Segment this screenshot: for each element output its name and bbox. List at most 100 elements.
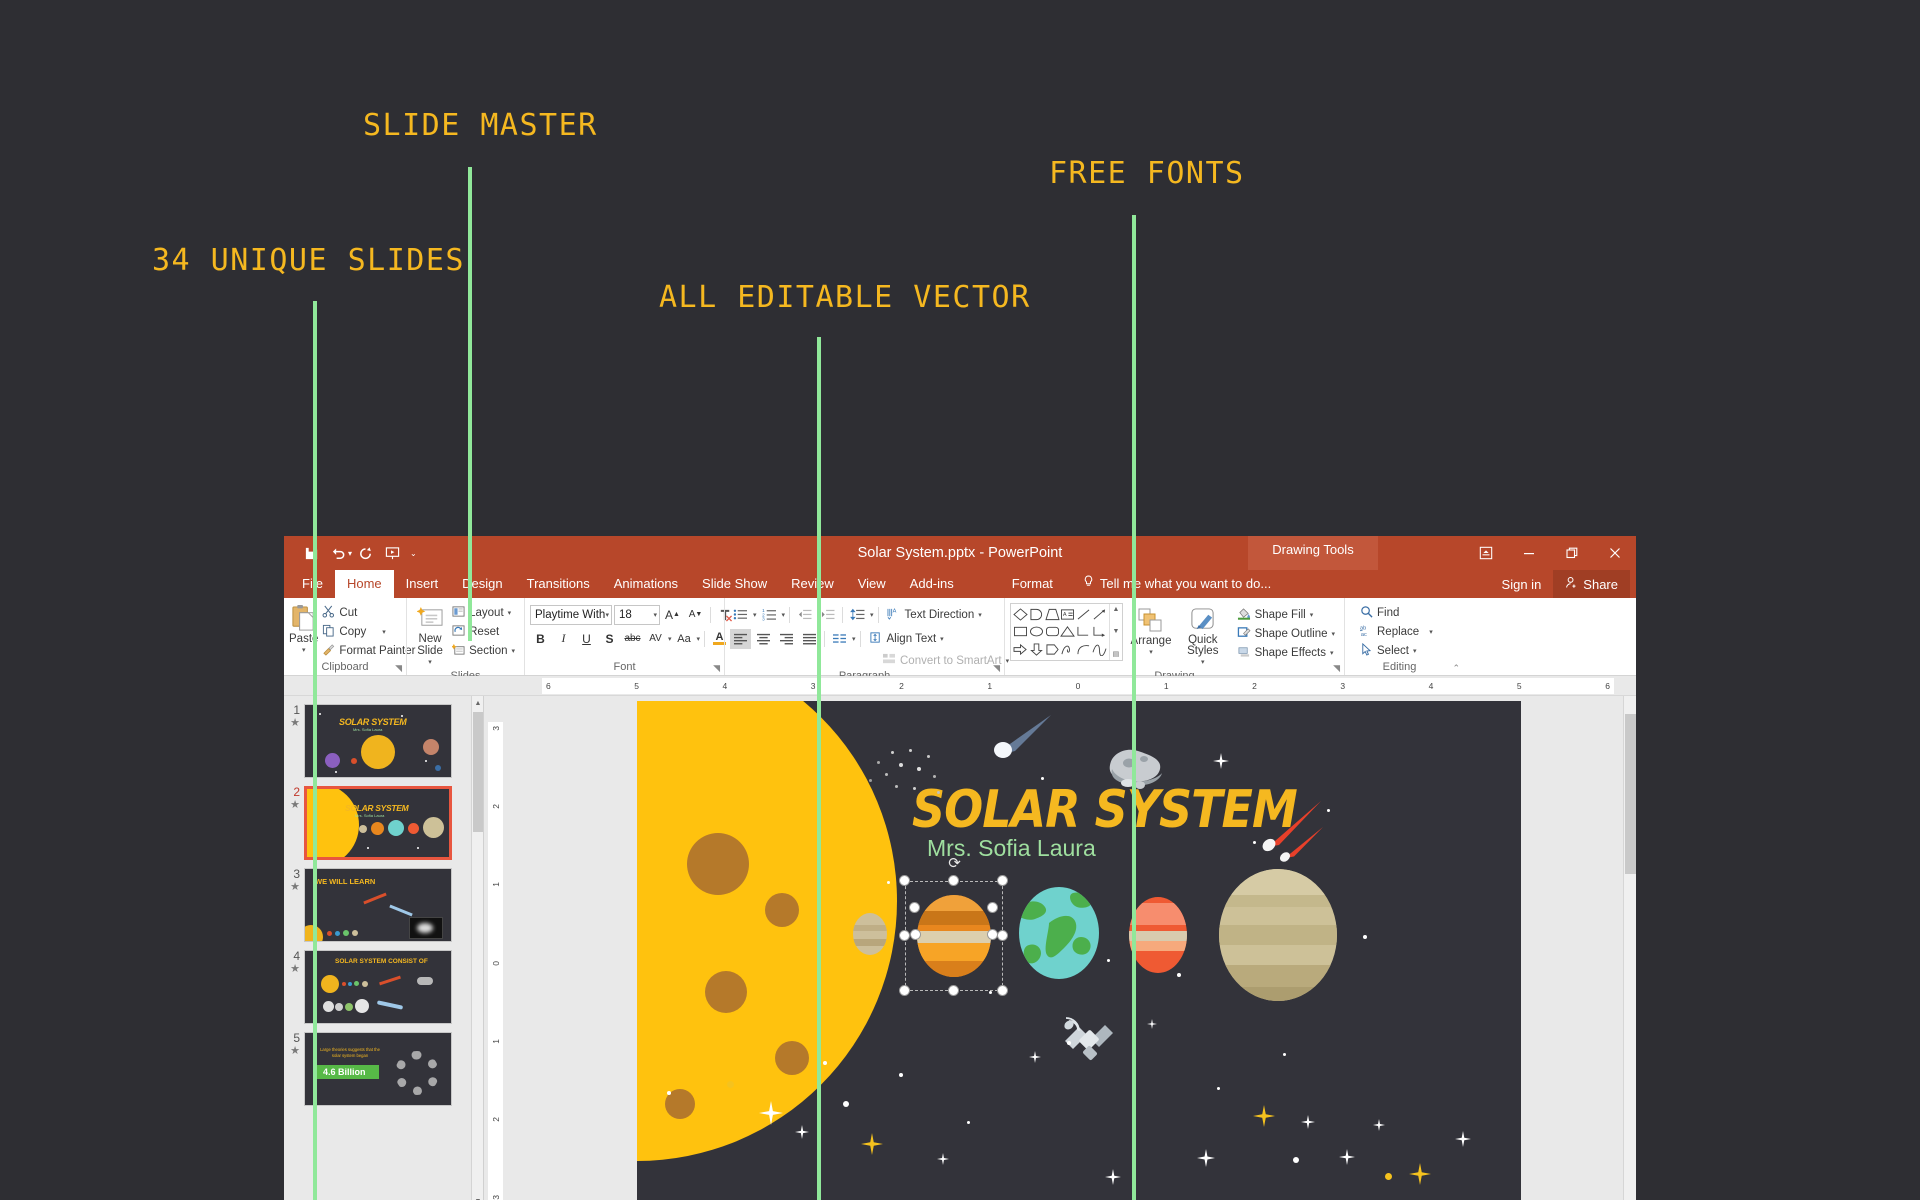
align-text-button[interactable]: Align Text ▾ [865,629,948,648]
format-painter-button[interactable]: Format Painter [318,641,419,660]
thumbnail-preview-1[interactable]: SOLAR SYSTEM Mrs. Sofia Laura [304,704,452,778]
horizontal-ruler[interactable]: 6 5 4 3 2 1 0 1 2 3 4 5 6 [284,676,1636,696]
shape-outline-dropdown-icon[interactable]: ▾ [1331,630,1335,638]
shapes-scroll-down-icon[interactable]: ▼ [1113,628,1120,635]
thumbnail-scroll-up-icon[interactable]: ▲ [472,696,484,710]
save-icon[interactable] [298,540,325,566]
strikethrough-button[interactable]: abc [622,629,643,649]
font-size-dropdown-icon[interactable]: ▾ [653,611,657,619]
shape-line-icon[interactable] [1076,606,1092,623]
shape-textbox-icon[interactable]: A [1060,606,1076,623]
decrease-font-size-button[interactable]: A ▼ [685,605,706,625]
thumbnail-scroll-thumb[interactable] [473,712,483,832]
section-button[interactable]: Section ▾ [448,641,519,660]
select-button[interactable]: Select ▾ [1356,641,1437,660]
font-family-dropdown-icon[interactable]: ▾ [605,611,609,619]
replace-button[interactable]: ab ac Replace ▾ [1356,622,1437,641]
shape-freeform-icon[interactable] [1060,641,1076,658]
shape-effects-dropdown-icon[interactable]: ▾ [1330,649,1334,657]
text-shadow-button[interactable]: S [599,629,620,649]
shapes-scroll-up-icon[interactable]: ▲ [1113,606,1120,613]
resize-handle-w[interactable] [899,930,910,941]
text-direction-button[interactable]: A Text Direction ▾ [883,605,986,624]
clipboard-dialog-launcher[interactable]: ◥ [395,663,402,674]
align-text-dropdown-icon[interactable]: ▾ [940,635,944,643]
vertical-ruler[interactable]: 3 2 1 0 1 2 3 [484,696,506,1200]
shape-arrow-icon[interactable] [1091,606,1107,623]
layout-dropdown-icon[interactable]: ▾ [508,609,512,617]
shapes-gallery[interactable]: A ▲ ▼ ▤ [1010,603,1123,661]
share-button[interactable]: Share [1553,570,1630,598]
minimize-button[interactable] [1507,536,1550,570]
thumbnail-scrollbar[interactable]: ▲ ▼ [471,696,483,1200]
shape-outline-button[interactable]: Shape Outline ▾ [1233,624,1339,643]
shape-oval-icon[interactable] [1029,623,1045,640]
thumbnail-preview-4[interactable]: SOLAR SYSTEM CONSIST OF [304,950,452,1024]
quick-styles-dropdown-icon[interactable]: ▾ [1201,657,1205,669]
font-dialog-launcher[interactable]: ◥ [713,663,720,674]
align-right-button[interactable] [776,629,797,649]
character-spacing-dropdown-icon[interactable]: ▾ [668,635,672,643]
decrease-indent-button[interactable] [794,605,815,625]
select-dropdown-icon[interactable]: ▾ [1413,647,1417,655]
section-dropdown-icon[interactable]: ▾ [511,647,515,655]
planet-jupiter[interactable] [1219,869,1337,1001]
resize-handle-s[interactable] [948,985,959,996]
ribbon-display-options-icon[interactable] [1464,536,1507,570]
character-spacing-button[interactable]: AV [645,629,666,649]
thumbnail-scroll-down-icon[interactable]: ▼ [472,1194,484,1200]
copy-button[interactable]: Copy ▾ [318,622,419,641]
numbering-dropdown-icon[interactable]: ▾ [782,611,786,619]
resize-handle-n[interactable] [948,875,959,886]
arrange-dropdown-icon[interactable]: ▾ [1149,647,1153,659]
canvas-vertical-scrollbar[interactable] [1623,696,1636,1200]
tab-animations[interactable]: Animations [602,570,690,598]
shape-rectangle-icon[interactable] [1013,623,1029,640]
resize-handle-se[interactable] [997,985,1008,996]
tab-view[interactable]: View [846,570,898,598]
rotate-handle[interactable]: ⟳ [947,856,962,871]
meteor-icon[interactable] [1253,799,1325,863]
resize-handle-nw[interactable] [899,875,910,886]
restore-button[interactable] [1550,536,1593,570]
thumbnail-preview-2[interactable]: SOLAR SYSTEM Mrs. Sofia Laura [304,786,452,860]
shapes-more-icon[interactable]: ▤ [1113,650,1120,658]
change-case-button[interactable]: Aa [674,629,695,649]
shape-trapezoid-icon[interactable] [1044,606,1060,623]
shape-triangle-icon[interactable] [1060,623,1076,640]
shape-elbow-arrow-icon[interactable] [1091,623,1107,640]
shape-d-icon[interactable] [1029,606,1045,623]
planet-earth[interactable] [1019,887,1099,979]
reset-button[interactable]: Reset [448,622,519,641]
shape-fill-button[interactable]: Shape Fill ▾ [1233,605,1339,624]
redo-icon[interactable] [352,540,379,566]
adjust-handle-3[interactable] [910,929,921,940]
align-center-button[interactable] [753,629,774,649]
underline-button[interactable]: U [576,629,597,649]
slide-canvas[interactable]: SOLAR SYSTEM Mrs. Sofia Laura ⟳ [637,701,1521,1200]
font-family-combo[interactable]: Playtime With H ▾ [530,604,612,625]
adjust-handle-4[interactable] [987,929,998,940]
tab-review[interactable]: Review [779,570,846,598]
tab-slide-show[interactable]: Slide Show [690,570,779,598]
drawing-dialog-launcher[interactable]: ◥ [1333,663,1340,674]
adjust-handle-2[interactable] [987,902,998,913]
font-size-combo[interactable]: 18 ▾ [614,604,660,625]
shape-down-arrow-icon[interactable] [1029,641,1045,658]
layout-button[interactable]: Layout ▾ [448,603,519,622]
tab-transitions[interactable]: Transitions [515,570,602,598]
resize-handle-e[interactable] [997,930,1008,941]
columns-dropdown-icon[interactable]: ▾ [852,635,856,643]
italic-button[interactable]: I [553,629,574,649]
adjust-handle-1[interactable] [909,902,920,913]
text-direction-dropdown-icon[interactable]: ▾ [978,611,982,619]
shape-effects-button[interactable]: Shape Effects ▾ [1233,643,1339,662]
line-spacing-dropdown-icon[interactable]: ▾ [870,611,874,619]
thumbnail-preview-5[interactable]: Large theories suggests that the solar s… [304,1032,452,1106]
paste-dropdown-icon[interactable]: ▾ [302,645,306,657]
planet-mercury[interactable] [853,913,887,955]
resize-handle-ne[interactable] [997,875,1008,886]
paragraph-dialog-launcher[interactable]: ◥ [993,663,1000,674]
find-button[interactable]: Find [1356,603,1437,622]
numbering-button[interactable]: 123 [759,605,780,625]
